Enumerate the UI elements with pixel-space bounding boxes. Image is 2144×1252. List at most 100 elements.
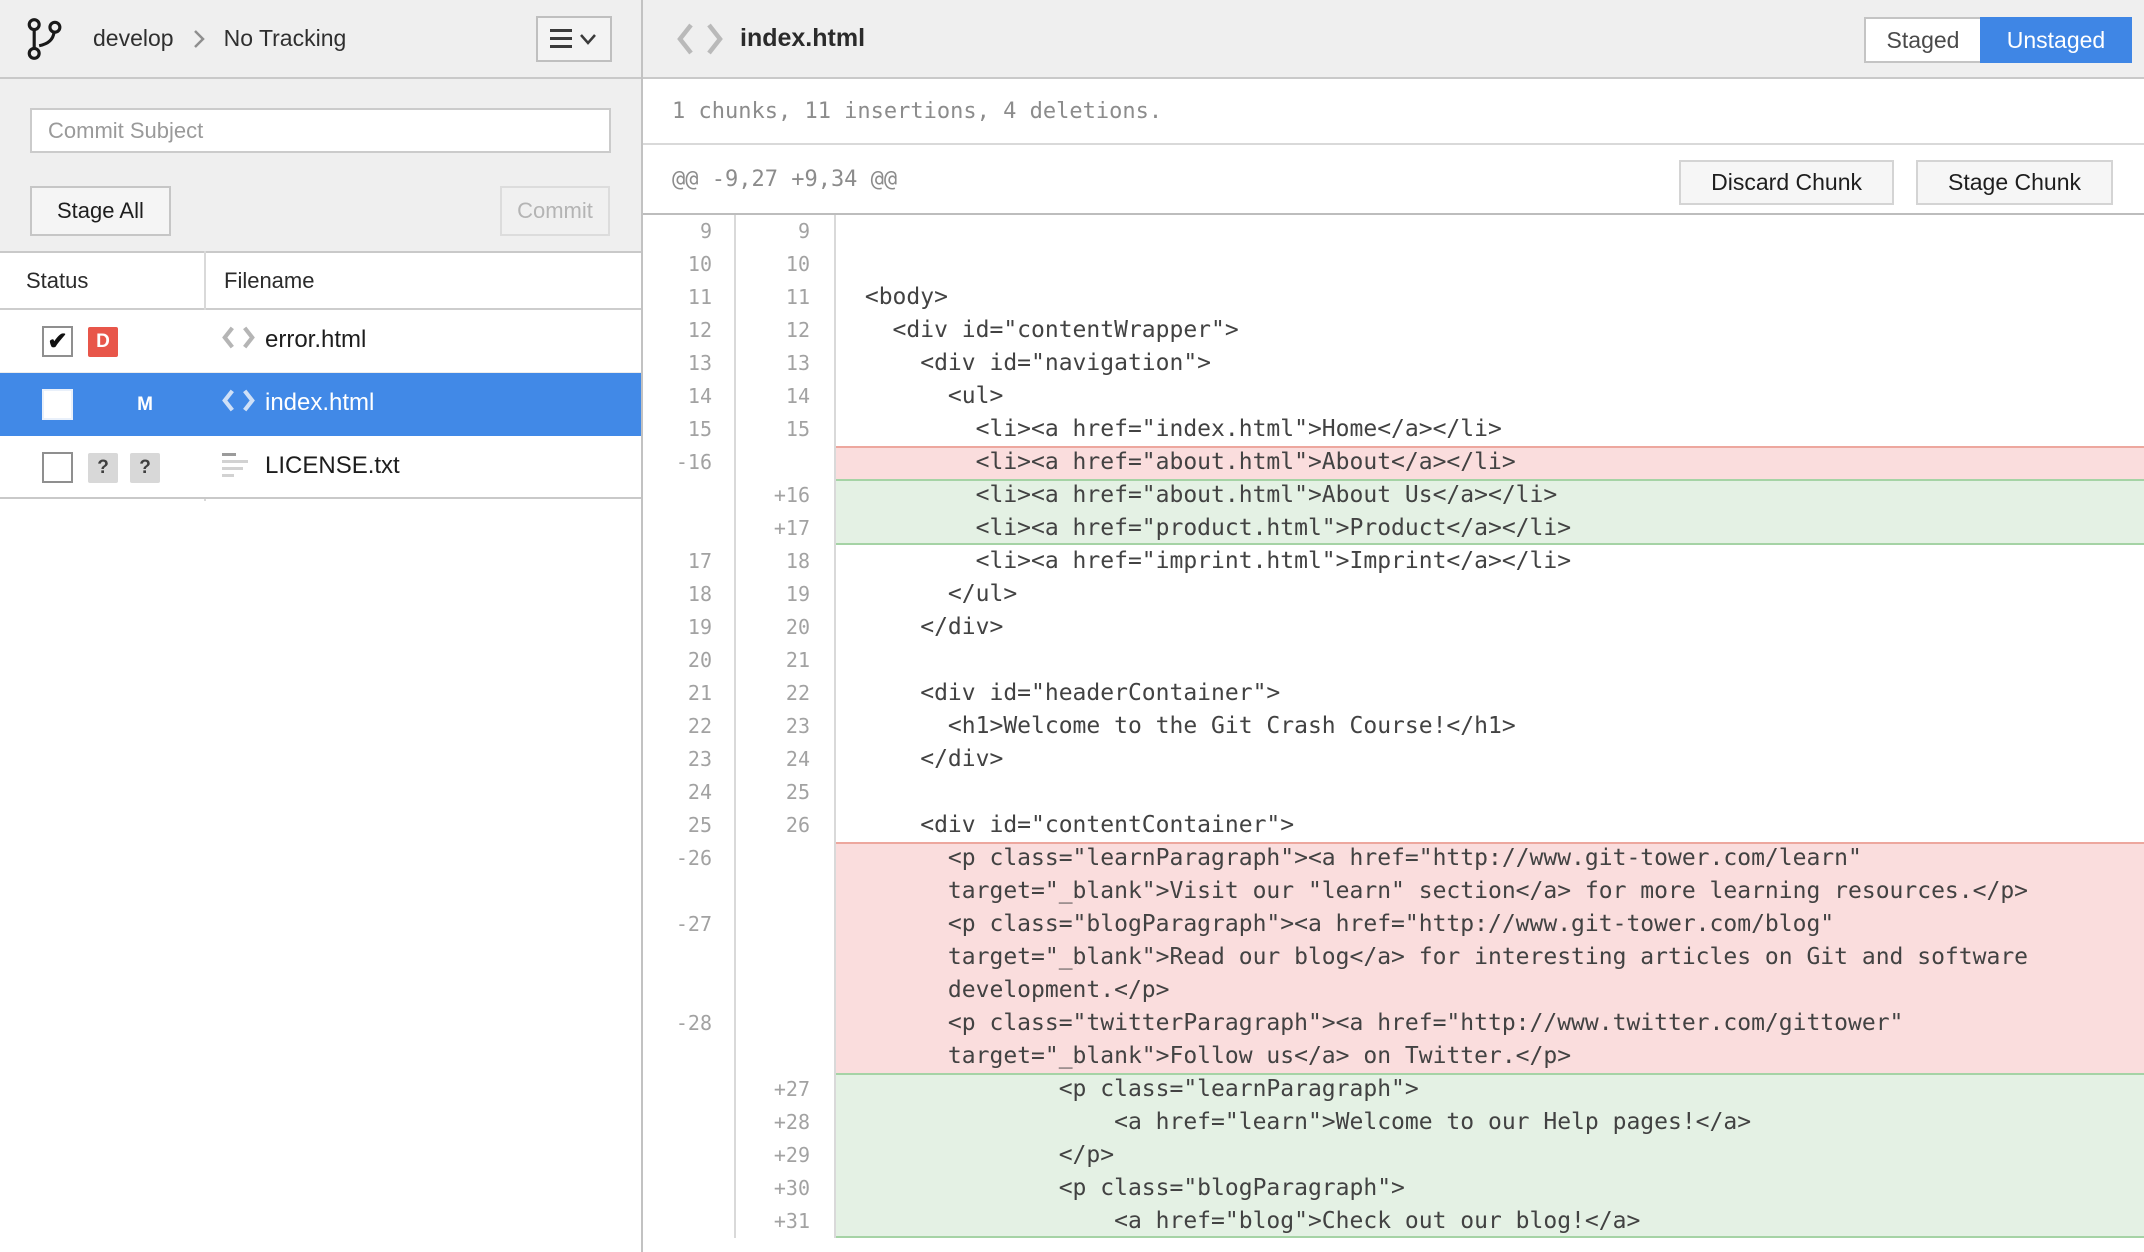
tab-unstaged[interactable]: Unstaged bbox=[1980, 17, 2132, 63]
commit-subject-input[interactable] bbox=[30, 108, 611, 153]
new-line-number: +31 bbox=[736, 1205, 836, 1238]
old-line-number: -16 bbox=[643, 446, 736, 479]
diff-code-text: <h1>Welcome to the Git Crash Course!</h1… bbox=[836, 710, 2144, 743]
old-line-number: 22 bbox=[643, 710, 736, 743]
diff-line-inserted[interactable]: +30 <p class="blogParagraph"> bbox=[643, 1172, 2144, 1205]
diff-line-deleted[interactable]: -16 <li><a href="about.html">About</a></… bbox=[643, 446, 2144, 479]
app-window: develop No Tracking Stage All Commit bbox=[0, 0, 2144, 1252]
diff-code-text: </ul> bbox=[836, 578, 2144, 611]
file-checkbox[interactable] bbox=[42, 452, 73, 483]
diff-code-text: <ul> bbox=[836, 380, 2144, 413]
diff-code-text: <a href="blog">Check out our blog!</a> bbox=[836, 1205, 2144, 1238]
diff-code-text: <p class="learnParagraph"> bbox=[836, 1073, 2144, 1106]
diff-line-context[interactable]: 99 bbox=[643, 215, 2144, 248]
diff-line-context[interactable]: 2324 </div> bbox=[643, 743, 2144, 776]
diff-line-deleted[interactable]: -28 <p class="twitterParagraph"><a href=… bbox=[643, 1007, 2144, 1073]
file-name: index.html bbox=[265, 389, 374, 417]
new-line-number bbox=[736, 446, 836, 479]
old-line-number bbox=[643, 1106, 736, 1139]
diff-line-context[interactable]: 1414 <ul> bbox=[643, 380, 2144, 413]
file-row[interactable]: ??LICENSE.txt bbox=[0, 436, 641, 499]
diff-line-inserted[interactable]: +29 </p> bbox=[643, 1139, 2144, 1172]
commit-section: Stage All Commit bbox=[0, 79, 641, 253]
old-line-number: 19 bbox=[643, 611, 736, 644]
diff-code-text: </div> bbox=[836, 611, 2144, 644]
discard-chunk-button[interactable]: Discard Chunk bbox=[1679, 160, 1894, 205]
old-line-number: 10 bbox=[643, 248, 736, 281]
breadcrumb[interactable]: develop No Tracking bbox=[93, 25, 346, 52]
old-line-number bbox=[643, 1205, 736, 1238]
diff-code-text: <li><a href="index.html">Home</a></li> bbox=[836, 413, 2144, 446]
diff-code-text bbox=[836, 248, 2144, 281]
old-line-number bbox=[643, 1073, 736, 1106]
chevron-right-icon bbox=[192, 28, 206, 50]
diff-code-text: <li><a href="product.html">Product</a></… bbox=[836, 512, 2144, 545]
diff-line-context[interactable]: 2425 bbox=[643, 776, 2144, 809]
diff-line-context[interactable]: 1111 <body> bbox=[643, 281, 2144, 314]
new-line-number: 13 bbox=[736, 347, 836, 380]
new-line-number: 26 bbox=[736, 809, 836, 842]
new-line-number: 9 bbox=[736, 215, 836, 248]
diff-line-inserted[interactable]: +16 <li><a href="about.html">About Us</a… bbox=[643, 479, 2144, 512]
diff-line-context[interactable]: 1515 <li><a href="index.html">Home</a></… bbox=[643, 413, 2144, 446]
old-line-number: 14 bbox=[643, 380, 736, 413]
file-row[interactable]: ✔Derror.html bbox=[0, 310, 641, 373]
diff-line-context[interactable]: 2122 <div id="headerContainer"> bbox=[643, 677, 2144, 710]
branch-menu-button[interactable] bbox=[536, 16, 612, 62]
old-line-number: 13 bbox=[643, 347, 736, 380]
diff-code-text: <p class="learnParagraph"><a href="http:… bbox=[836, 842, 2144, 908]
diff-line-context[interactable]: 2526 <div id="contentContainer"> bbox=[643, 809, 2144, 842]
new-line-number: +29 bbox=[736, 1139, 836, 1172]
stage-chunk-button[interactable]: Stage Chunk bbox=[1916, 160, 2113, 205]
code-file-icon bbox=[676, 21, 724, 57]
diff-line-context[interactable]: 1313 <div id="navigation"> bbox=[643, 347, 2144, 380]
status-badge: M bbox=[130, 390, 160, 420]
diff-panel: index.html Staged Unstaged 1 chunks, 11 … bbox=[643, 0, 2144, 1252]
diff-line-inserted[interactable]: +28 <a href="learn">Welcome to our Help … bbox=[643, 1106, 2144, 1139]
new-line-number: +28 bbox=[736, 1106, 836, 1139]
new-line-number: 10 bbox=[736, 248, 836, 281]
diff-code-text: <a href="learn">Welcome to our Help page… bbox=[836, 1106, 2144, 1139]
new-line-number: 18 bbox=[736, 545, 836, 578]
new-line-number: 12 bbox=[736, 314, 836, 347]
file-row[interactable]: Mindex.html bbox=[0, 373, 641, 436]
file-checkbox[interactable]: ✔ bbox=[42, 326, 73, 357]
current-branch-label[interactable]: develop bbox=[93, 25, 174, 52]
sidebar: develop No Tracking Stage All Commit bbox=[0, 0, 643, 1252]
diff-line-inserted[interactable]: +31 <a href="blog">Check out our blog!</… bbox=[643, 1205, 2144, 1238]
old-line-number: -27 bbox=[643, 908, 736, 1007]
diff-line-context[interactable]: 1718 <li><a href="imprint.html">Imprint<… bbox=[643, 545, 2144, 578]
diff-line-deleted[interactable]: -26 <p class="learnParagraph"><a href="h… bbox=[643, 842, 2144, 908]
new-line-number: 21 bbox=[736, 644, 836, 677]
diff-line-inserted[interactable]: +27 <p class="learnParagraph"> bbox=[643, 1073, 2144, 1106]
new-line-number bbox=[736, 842, 836, 908]
commit-button[interactable]: Commit bbox=[500, 186, 610, 236]
diff-line-context[interactable]: 2223 <h1>Welcome to the Git Crash Course… bbox=[643, 710, 2144, 743]
branch-bar: develop No Tracking bbox=[0, 0, 641, 79]
diff-line-context[interactable]: 1920 </div> bbox=[643, 611, 2144, 644]
status-badge: ? bbox=[130, 453, 160, 483]
file-checkbox[interactable] bbox=[42, 389, 73, 420]
new-line-number: 23 bbox=[736, 710, 836, 743]
diff-code-text bbox=[836, 215, 2144, 248]
file-name: error.html bbox=[265, 326, 366, 354]
tab-staged[interactable]: Staged bbox=[1864, 17, 1980, 63]
old-line-number: 11 bbox=[643, 281, 736, 314]
tracking-status-label: No Tracking bbox=[224, 25, 347, 52]
old-line-number: 24 bbox=[643, 776, 736, 809]
new-line-number: 14 bbox=[736, 380, 836, 413]
code-file-icon bbox=[222, 388, 255, 418]
diff-line-context[interactable]: 1010 bbox=[643, 248, 2144, 281]
diff-code-text: <li><a href="about.html">About</a></li> bbox=[836, 446, 2144, 479]
diff-line-deleted[interactable]: -27 <p class="blogParagraph"><a href="ht… bbox=[643, 908, 2144, 1007]
diff-view[interactable]: 9910101111 <body>1212 <div id="contentWr… bbox=[643, 215, 2144, 1252]
new-line-number: 24 bbox=[736, 743, 836, 776]
diff-line-context[interactable]: 1212 <div id="contentWrapper"> bbox=[643, 314, 2144, 347]
stage-all-button[interactable]: Stage All bbox=[30, 186, 171, 236]
old-line-number bbox=[643, 479, 736, 512]
file-list: ✔Derror.htmlMindex.html??LICENSE.txt bbox=[0, 310, 641, 1252]
diff-line-context[interactable]: 1819 </ul> bbox=[643, 578, 2144, 611]
diff-line-inserted[interactable]: +17 <li><a href="product.html">Product</… bbox=[643, 512, 2144, 545]
diff-line-context[interactable]: 2021 bbox=[643, 644, 2144, 677]
new-line-number: 19 bbox=[736, 578, 836, 611]
